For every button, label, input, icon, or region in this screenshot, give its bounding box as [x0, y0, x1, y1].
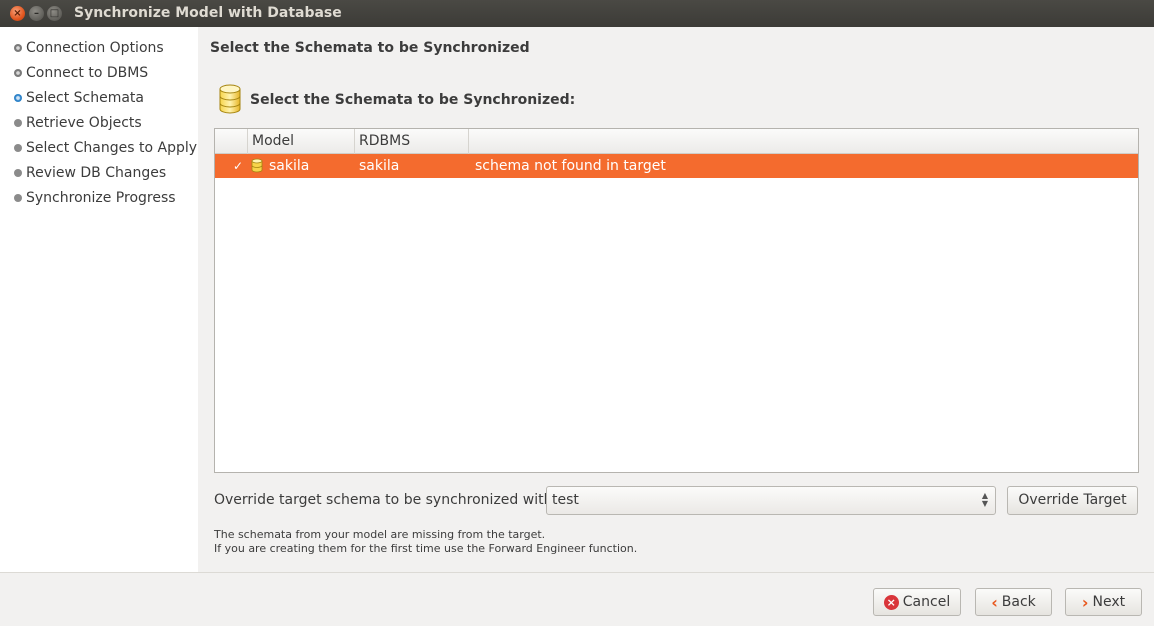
minimize-icon[interactable]: –	[29, 6, 44, 21]
close-icon[interactable]: ×	[10, 6, 25, 21]
step-retrieve-objects: Retrieve Objects	[14, 113, 142, 133]
info-note-line-2: If you are creating them for the first t…	[214, 542, 638, 555]
cancel-icon: ×	[883, 594, 899, 610]
window-title: Synchronize Model with Database	[74, 5, 342, 21]
next-button[interactable]: › Next	[1065, 588, 1142, 616]
info-note-line-1: The schemata from your model are missing…	[214, 528, 546, 541]
next-label: Next	[1092, 594, 1126, 610]
table-row[interactable]: ✓ sakila sakila schema not found in targ…	[215, 154, 1138, 178]
page-title: Select the Schemata to be Synchronized	[210, 40, 530, 56]
step-label: Retrieve Objects	[26, 115, 142, 131]
checkbox-checked-icon[interactable]: ✓	[233, 160, 245, 172]
status-cell: schema not found in target	[475, 158, 666, 174]
override-target-button[interactable]: Override Target	[1007, 486, 1138, 515]
step-connect-to-dbms: Connect to DBMS	[14, 63, 148, 83]
step-connection-options: Connection Options	[14, 38, 164, 58]
back-button[interactable]: ‹ Back	[975, 588, 1052, 616]
maximize-icon[interactable]: □	[47, 6, 62, 21]
step-label: Review DB Changes	[26, 165, 167, 181]
database-icon	[251, 158, 263, 173]
wizard-steps-sidebar: Connection Options Connect to DBMS Selec…	[0, 27, 198, 572]
step-done-icon	[14, 44, 22, 52]
step-done-icon	[14, 69, 22, 77]
override-label: Override target schema to be synchronize…	[214, 492, 558, 508]
step-pending-icon	[14, 169, 22, 177]
step-synchronize-progress: Synchronize Progress	[14, 188, 176, 208]
schemata-table: Model Schema RDBMS Schema ✓ sakila sakil…	[214, 128, 1139, 473]
model-schema-cell: sakila	[269, 158, 310, 174]
step-select-schemata: Select Schemata	[14, 88, 144, 108]
cancel-button[interactable]: × Cancel	[873, 588, 961, 616]
title-bar: × – □ Synchronize Model with Database	[0, 0, 1154, 27]
back-label: Back	[1001, 594, 1036, 610]
column-header-model-schema[interactable]: Model Schema	[248, 129, 355, 174]
step-pending-icon	[14, 144, 22, 152]
column-header-status[interactable]	[469, 129, 1140, 154]
step-review-db-changes: Review DB Changes	[14, 163, 166, 183]
main-panel: Select the Schemata to be Synchronized S…	[198, 27, 1154, 572]
rdbms-schema-cell: sakila	[359, 158, 400, 174]
step-label: Select Changes to Apply	[26, 140, 198, 156]
column-header-check[interactable]	[215, 129, 248, 154]
step-pending-icon	[14, 119, 22, 127]
step-label: Synchronize Progress	[26, 190, 176, 206]
step-label: Connect to DBMS	[26, 65, 149, 81]
cancel-label: Cancel	[902, 594, 951, 610]
step-current-icon	[14, 94, 22, 102]
step-label: Select Schemata	[26, 90, 144, 106]
chevron-right-icon: ›	[1081, 592, 1089, 612]
step-pending-icon	[14, 194, 22, 202]
step-label: Connection Options	[26, 40, 164, 56]
chevron-left-icon: ‹	[991, 592, 998, 612]
target-schema-select[interactable]: test ▲ ▼	[546, 486, 996, 515]
spin-arrows-icon: ▲ ▼	[981, 491, 988, 508]
target-schema-value: test	[552, 492, 579, 508]
step-select-changes: Select Changes to Apply	[14, 138, 197, 158]
column-header-rdbms-schema[interactable]: RDBMS Schema	[355, 129, 469, 174]
section-heading: Select the Schemata to be Synchronized:	[250, 92, 576, 108]
database-icon	[219, 84, 241, 114]
table-header: Model Schema RDBMS Schema	[215, 129, 1140, 174]
button-bar: × Cancel ‹ Back › Next	[0, 572, 1154, 626]
